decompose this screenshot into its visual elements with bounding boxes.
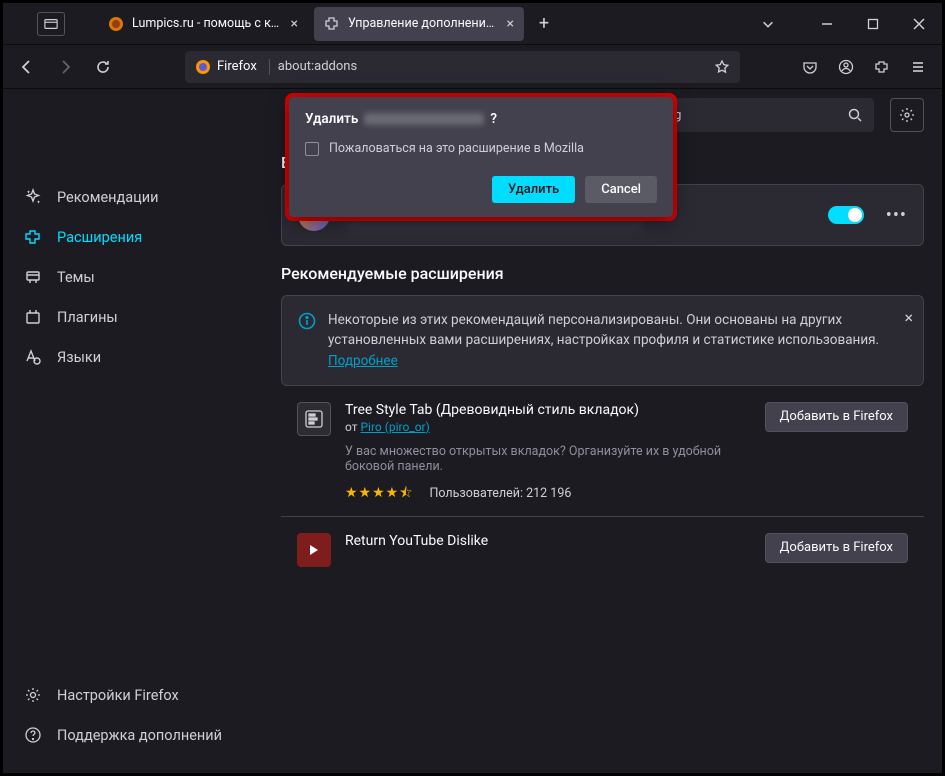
- gear-icon: [899, 107, 915, 123]
- search-icon: [848, 108, 862, 122]
- dialog-title: Удалить: [305, 111, 358, 127]
- remove-extension-dialog: Удалить ? Пожаловаться на это расширение…: [289, 97, 673, 217]
- tab-2-title: Управление дополнениями: [348, 16, 499, 31]
- sidebar-item-recommendations[interactable]: Рекомендации: [3, 177, 263, 217]
- info-text: Некоторые из этих рекомендаций персонали…: [328, 312, 879, 348]
- extensions-icon[interactable]: [866, 51, 898, 83]
- report-checkbox-label: Пожаловаться на это расширение в Mozilla: [329, 141, 584, 156]
- nav-forward-button[interactable]: [49, 51, 81, 83]
- dialog-remove-button[interactable]: Удалить: [492, 176, 575, 203]
- nav-reload-button[interactable]: [87, 51, 119, 83]
- favicon-addons: [324, 16, 340, 32]
- puzzle-icon: [23, 227, 43, 247]
- extension-toggle[interactable]: [828, 206, 864, 224]
- rec-desc: У вас множество открытых вкладок? Органи…: [345, 444, 751, 474]
- add-to-firefox-button-1[interactable]: Добавить в Firefox: [765, 402, 908, 432]
- sidebar-label-recommendations: Рекомендации: [57, 189, 158, 206]
- dialog-highlight-border: Удалить ? Пожаловаться на это расширение…: [285, 93, 677, 221]
- recent-browsing-icon[interactable]: [37, 12, 65, 36]
- add-to-firefox-button-2[interactable]: Добавить в Firefox: [765, 533, 908, 563]
- section-recommended: Рекомендуемые расширения: [281, 264, 924, 283]
- urlbar-app: Firefox: [217, 59, 257, 74]
- account-icon[interactable]: [830, 51, 862, 83]
- rec-author-link[interactable]: Piro (piro_or): [360, 420, 429, 434]
- rec-card-2: Return YouTube Dislike Добавить в Firefo…: [281, 517, 924, 577]
- info-banner: Некоторые из этих рекомендаций персонали…: [281, 295, 924, 386]
- pocket-icon[interactable]: [794, 51, 826, 83]
- tab-2[interactable]: Управление дополнениями ×: [314, 7, 524, 41]
- dialog-wrap: Удалить ? Пожаловаться на это расширение…: [285, 93, 677, 221]
- urlbar[interactable]: Firefox about:addons: [185, 51, 740, 83]
- rec2-title: Return YouTube Dislike: [345, 533, 751, 549]
- window-maximize-button[interactable]: [850, 3, 896, 45]
- tab-1-title: Lumpics.ru - помощь с компь: [132, 16, 283, 31]
- menu-icon[interactable]: [902, 51, 934, 83]
- brush-icon: [23, 267, 43, 287]
- dialog-cancel-button[interactable]: Cancel: [585, 176, 657, 203]
- urlbar-address: about:addons: [278, 59, 714, 74]
- sidebar-label-settings: Настройки Firefox: [57, 687, 179, 704]
- addon-tools-button[interactable]: [890, 98, 924, 132]
- sidebar-item-themes[interactable]: Темы: [3, 257, 263, 297]
- help-icon: [23, 725, 43, 745]
- rec-card-1: Tree Style Tab (Древовидный стиль вкладо…: [281, 386, 924, 517]
- sidebar-item-support[interactable]: Поддержка дополнений: [3, 715, 263, 755]
- firefox-icon: [195, 59, 211, 75]
- rec-title: Tree Style Tab (Древовидный стиль вкладо…: [345, 402, 751, 418]
- sidebar-label-plugins: Плагины: [57, 309, 118, 326]
- sidebar-item-plugins[interactable]: Плагины: [3, 297, 263, 337]
- tabs-dropdown-icon[interactable]: [752, 17, 784, 31]
- navbar: Firefox about:addons: [3, 45, 942, 89]
- gear-icon: [23, 685, 43, 705]
- extension-more-button[interactable]: •••: [886, 205, 907, 226]
- plugin-icon: [23, 307, 43, 327]
- nav-back-button[interactable]: [11, 51, 43, 83]
- report-checkbox[interactable]: [305, 142, 319, 156]
- window-minimize-button[interactable]: [804, 3, 850, 45]
- sidebar-label-themes: Темы: [57, 269, 95, 286]
- window-close-button[interactable]: [896, 3, 942, 45]
- sidebar-label-support: Поддержка дополнений: [57, 727, 222, 744]
- urlbar-separator: [269, 59, 270, 75]
- sidebar-label-extensions: Расширения: [57, 229, 142, 246]
- sidebar-item-languages[interactable]: Языки: [3, 337, 263, 377]
- info-link[interactable]: Подробнее: [328, 353, 398, 369]
- tab-2-close-icon[interactable]: ×: [507, 16, 514, 32]
- info-icon: [298, 312, 316, 330]
- new-tab-button[interactable]: +: [530, 10, 558, 38]
- sidebar: Рекомендации Расширения Темы Плагины Язы…: [3, 89, 263, 773]
- sparkle-icon: [23, 187, 43, 207]
- sidebar-item-extensions[interactable]: Расширения: [3, 217, 263, 257]
- tab-1[interactable]: Lumpics.ru - помощь с компь ×: [98, 7, 308, 41]
- titlebar: Lumpics.ru - помощь с компь × Управление…: [3, 3, 942, 45]
- language-icon: [23, 347, 43, 367]
- favicon-lumpics: [108, 16, 124, 32]
- tab-1-close-icon[interactable]: ×: [291, 16, 298, 32]
- sidebar-item-firefox-settings[interactable]: Настройки Firefox: [3, 675, 263, 715]
- rating-stars: ★★★★⯪: [345, 482, 413, 506]
- bookmark-star-icon[interactable]: [714, 59, 730, 75]
- sidebar-label-languages: Языки: [57, 349, 101, 366]
- rec-icon-youtube: [297, 533, 331, 567]
- info-close-icon[interactable]: ×: [904, 306, 913, 330]
- rec-icon-tree: [297, 402, 331, 436]
- dialog-title-blurred: [364, 113, 484, 125]
- titlebar-left: [3, 12, 98, 36]
